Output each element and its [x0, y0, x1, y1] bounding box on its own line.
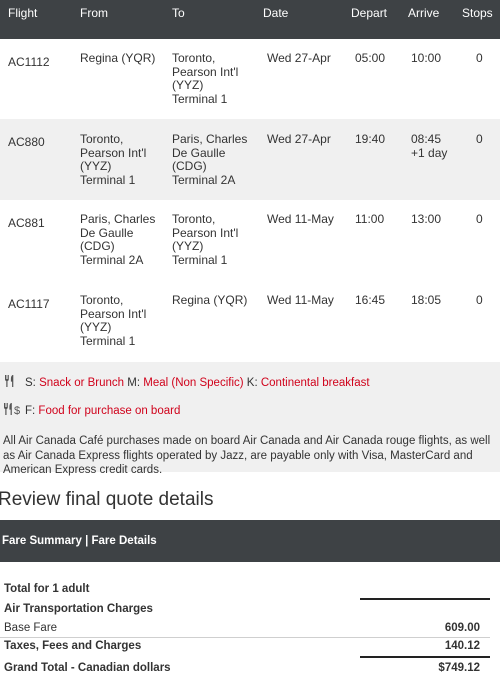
header-flight: Flight — [8, 6, 38, 20]
flight-to: Regina (YQR) — [172, 293, 248, 307]
meal-text-breakfast: Continental breakfast — [260, 377, 370, 389]
header-stops: Stops — [462, 6, 493, 20]
flight-to: Toronto, Pearson Int'l (YYZ) Terminal 1 — [172, 51, 239, 106]
flight-row: AC1117 Toronto, Pearson Int'l (YYZ) Term… — [0, 281, 500, 362]
header-arrive: Arrive — [408, 6, 440, 20]
flight-from: Toronto, Pearson Int'l (YYZ) Terminal 1 — [80, 293, 147, 348]
flight-number: AC880 — [8, 135, 45, 149]
grand-total-value: $749.12 — [438, 662, 480, 674]
divider — [360, 598, 490, 600]
flight-number: AC1112 — [8, 55, 50, 69]
divider — [0, 637, 490, 638]
meal-code-k: K: — [243, 377, 261, 389]
flight-number: AC881 — [8, 216, 45, 230]
fork-knife-icon — [5, 375, 14, 387]
base-fare-value: 609.00 — [444, 622, 480, 634]
flight-number: AC1117 — [8, 297, 50, 311]
meal-code-s: S: — [25, 377, 40, 389]
flight-to: Toronto, Pearson Int'l (YYZ) Terminal 1 — [172, 212, 239, 267]
flight-row: AC1112 Regina (YQR) Toronto, Pearson Int… — [0, 39, 500, 119]
flight-arrive: 13:00 — [411, 212, 442, 226]
flight-arrive: 08:45 +1 day — [411, 132, 448, 160]
meal-legend-line: $ F: Food for purchase on board — [3, 402, 180, 417]
fork-knife-dollar-icon: $ — [4, 403, 20, 416]
meal-text-food-purchase: Food for purchase on board — [38, 405, 181, 417]
flight-from: Regina (YQR) — [80, 51, 156, 65]
flight-date: Wed 27-Apr — [267, 132, 331, 146]
header-date: Date — [263, 6, 289, 20]
meal-code-m: M: — [124, 377, 144, 389]
flight-table-header: Flight From To Date Depart Arrive Stops — [0, 0, 500, 39]
review-title: Review final quote details — [0, 489, 214, 510]
cafe-purchase-disclaimer: All Air Canada Café purchases made on bo… — [3, 435, 491, 476]
header-to: To — [172, 6, 185, 20]
flight-depart: 05:00 — [355, 51, 386, 65]
flight-stops: 0 — [476, 132, 483, 146]
flight-stops: 0 — [476, 293, 483, 307]
flight-row: AC880 Toronto, Pearson Int'l (YYZ) Termi… — [0, 119, 500, 200]
fare-summary-tabs[interactable]: Fare Summary | Fare Details — [2, 535, 157, 547]
header-depart: Depart — [351, 6, 388, 20]
flight-date: Wed 11-May — [267, 212, 334, 226]
fare-summary-bar[interactable]: Fare Summary | Fare Details — [0, 520, 500, 562]
taxes-value: 140.12 — [444, 640, 480, 652]
taxes-label: Taxes, Fees and Charges — [4, 640, 142, 652]
meal-legend-line: S: Snack or Brunch M: Meal (Non Specific… — [3, 374, 370, 389]
base-fare-label: Base Fare — [4, 622, 58, 634]
total-for-label: Total for 1 adult — [4, 583, 90, 595]
flight-depart: 16:45 — [355, 293, 386, 307]
flight-from: Toronto, Pearson Int'l (YYZ) Terminal 1 — [80, 132, 147, 187]
flight-row: AC881 Paris, Charles De Gaulle (CDG) Ter… — [0, 200, 500, 281]
meal-legend: S: Snack or Brunch M: Meal (Non Specific… — [0, 362, 500, 476]
flight-depart: 11:00 — [355, 212, 385, 226]
meal-text-snack: Snack or Brunch — [39, 377, 125, 389]
flight-arrive: 10:00 — [411, 51, 442, 65]
meal-text-meal: Meal (Non Specific) — [143, 377, 244, 389]
air-charges-label: Air Transportation Charges — [4, 603, 153, 615]
flight-depart: 19:40 — [355, 132, 386, 146]
flight-to: Paris, Charles De Gaulle (CDG) Terminal … — [172, 132, 248, 187]
grand-total-label: Grand Total - Canadian dollars — [4, 662, 171, 674]
flight-from: Paris, Charles De Gaulle (CDG) Terminal … — [80, 212, 156, 267]
meal-code-f: F: — [25, 405, 39, 417]
flight-date: Wed 11-May — [267, 293, 334, 307]
flight-stops: 0 — [476, 212, 483, 226]
flight-date: Wed 27-Apr — [267, 51, 331, 65]
flight-stops: 0 — [476, 51, 483, 65]
header-from: From — [80, 6, 108, 20]
flight-arrive: 18:05 — [411, 293, 442, 307]
svg-text:$: $ — [14, 405, 20, 416]
divider — [360, 656, 490, 658]
